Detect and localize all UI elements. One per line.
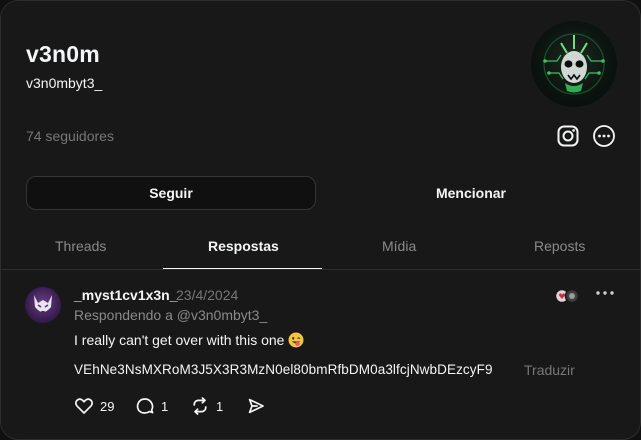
active-tab-indicator: [163, 268, 322, 269]
repost-button[interactable]: 1: [190, 396, 223, 416]
comment-count: 1: [161, 398, 169, 414]
comment-icon: [136, 398, 154, 414]
post-text: I really can't get over with this one: [74, 332, 285, 348]
tabs-divider: [1, 269, 641, 270]
post-author-name[interactable]: _myst1cv1x3n_: [74, 287, 178, 303]
repost-icon: [193, 397, 207, 415]
tab-threads[interactable]: Threads: [55, 238, 106, 254]
post-author-avatar[interactable]: [25, 287, 61, 323]
profile-username: v3n0mbyt3_: [26, 75, 103, 91]
post-body: I really can't get over with this one: [74, 332, 304, 348]
post-date[interactable]: 23/4/2024: [176, 287, 238, 303]
reply-context: Respondendo a @v3n0mbyt3_: [74, 307, 267, 323]
emoji-icon: [288, 332, 304, 348]
like-count: 29: [100, 398, 115, 414]
like-button[interactable]: 29: [74, 396, 114, 416]
followers-count[interactable]: 74 seguidores: [26, 128, 114, 144]
repost-count: 1: [216, 398, 224, 414]
translate-link[interactable]: Traduzir: [524, 362, 575, 378]
tab-reposts[interactable]: Reposts: [534, 238, 585, 254]
follow-button[interactable]: Seguir: [26, 176, 316, 210]
instagram-button[interactable]: [555, 123, 581, 149]
share-button[interactable]: [246, 396, 266, 416]
reactor-avatars[interactable]: [554, 288, 580, 304]
comment-button[interactable]: 1: [135, 396, 168, 416]
share-icon: [248, 398, 264, 414]
more-circle-icon: [593, 125, 615, 147]
tab-midia[interactable]: Mídia: [382, 238, 416, 254]
post-more-button[interactable]: [593, 284, 617, 302]
profile-display-name: v3n0m: [26, 41, 100, 67]
more-horizontal-icon: [596, 291, 614, 295]
reply-mention-link[interactable]: @v3n0mbyt3_: [177, 307, 267, 323]
profile-more-button[interactable]: [591, 123, 617, 149]
reply-prefix: Respondendo a: [74, 307, 177, 323]
profile-card: v3n0m v3n0mbyt3_ 74 seguidores Seguir Me…: [0, 0, 641, 440]
instagram-icon: [557, 125, 579, 147]
tab-respostas[interactable]: Respostas: [208, 238, 279, 254]
post-encoded-text: VEhNe3NsMXRoM3J5X3R3MzN0el80bmRfbDM0a3lf…: [74, 362, 493, 377]
heart-icon: [74, 398, 94, 414]
profile-avatar[interactable]: [531, 21, 617, 107]
mention-button[interactable]: Mencionar: [326, 176, 616, 210]
